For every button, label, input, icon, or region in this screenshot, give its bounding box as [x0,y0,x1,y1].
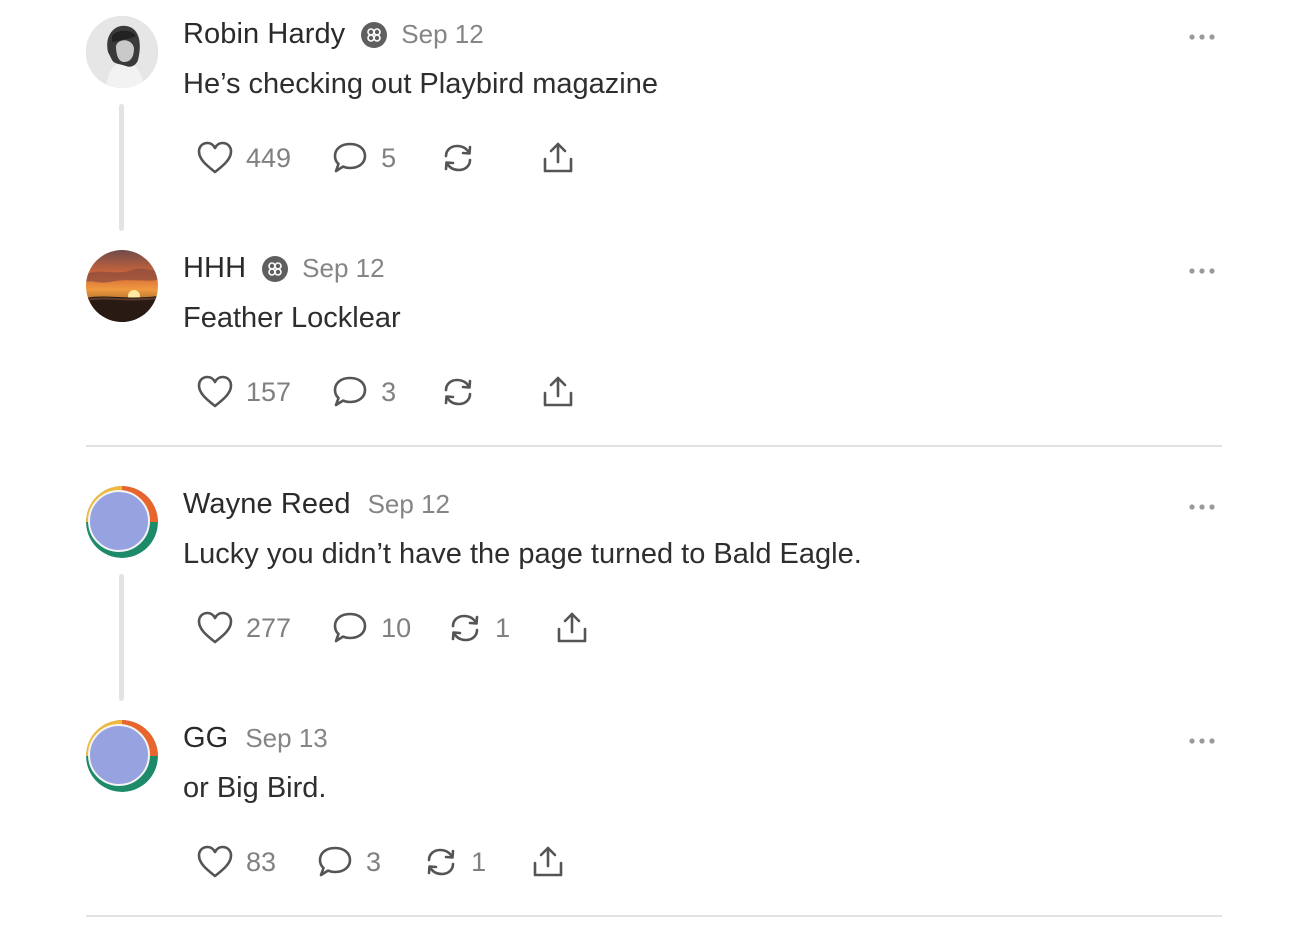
thread-divider [86,445,1222,447]
post-text: Lucky you didn’t have the page turned to… [183,538,862,570]
reply-count: 3 [381,376,397,407]
ellipsis-icon[interactable] [1188,266,1216,276]
like-count: 449 [246,142,292,173]
like-button[interactable]: 449 [196,140,291,176]
thread-connector [119,574,124,701]
repost-arrows-icon [444,144,472,172]
post-text: or Big Bird. [183,772,327,804]
repost-arrows-icon [444,378,472,406]
share-button[interactable] [540,374,576,410]
post: HHH Sep 12 Feather Locklear 157 3 [0,234,1308,468]
ellipsis-icon[interactable] [1188,502,1216,512]
reply-button[interactable]: 10 [331,610,411,646]
share-upload-icon [543,142,573,173]
flower-badge-icon [361,21,388,48]
repost-count: 1 [495,612,511,643]
like-button[interactable]: 157 [196,374,291,410]
post-header: HHH Sep 12 [183,252,385,285]
share-button[interactable] [554,610,590,646]
speech-bubble-icon [333,142,367,173]
post-date[interactable]: Sep 12 [368,489,450,520]
repost-button[interactable]: 1 [423,844,486,880]
reply-count: 3 [366,846,382,877]
heart-icon [197,375,233,408]
reply-button[interactable]: 3 [331,374,396,410]
like-count: 277 [246,612,292,643]
repost-count: 1 [471,846,487,877]
share-button[interactable] [530,844,566,880]
post-actions: 83 3 1 [196,842,566,882]
repost-arrows-icon [451,614,479,642]
reply-count: 5 [381,142,397,173]
share-upload-icon [557,612,587,643]
post-header: Wayne Reed Sep 12 [183,488,450,521]
speech-bubble-icon [333,612,367,643]
reply-button[interactable]: 5 [331,140,396,176]
thread-divider [86,915,1222,917]
post-date[interactable]: Sep 13 [245,723,327,754]
post-actions: 157 3 [196,372,576,412]
author-name[interactable]: Wayne Reed [183,488,351,521]
speech-bubble-icon [318,846,352,877]
author-name[interactable]: Robin Hardy [183,18,345,51]
avatar[interactable] [86,250,158,322]
like-button[interactable]: 83 [196,844,276,880]
avatar[interactable] [86,720,158,792]
repost-button[interactable] [440,374,488,410]
post-date[interactable]: Sep 12 [302,253,384,284]
post: Wayne Reed Sep 12 Lucky you didn’t have … [0,470,1308,704]
post: Robin Hardy Sep 12 He’s checking out Pla… [0,0,1308,234]
speech-bubble-icon [333,376,367,407]
share-upload-icon [543,376,573,407]
heart-icon [197,141,233,174]
post-actions: 277 10 1 [196,608,590,648]
author-name[interactable]: GG [183,722,228,755]
repost-button[interactable]: 1 [447,610,510,646]
heart-icon [197,611,233,644]
post-actions: 449 5 [196,138,576,178]
heart-icon [197,845,233,878]
post-text: He’s checking out Playbird magazine [183,68,659,100]
share-button[interactable] [540,140,576,176]
ellipsis-icon[interactable] [1188,736,1216,746]
reply-count: 10 [381,612,412,643]
post-header: GG Sep 13 [183,722,328,755]
like-button[interactable]: 277 [196,610,291,646]
thread-connector [119,104,124,231]
avatar[interactable] [86,16,158,88]
post-date[interactable]: Sep 12 [401,19,483,50]
repost-button[interactable] [440,140,488,176]
post-header: Robin Hardy Sep 12 [183,18,484,51]
share-upload-icon [533,846,563,877]
author-name[interactable]: HHH [183,252,246,285]
ellipsis-icon[interactable] [1188,32,1216,42]
flower-badge-icon [262,255,289,282]
avatar[interactable] [86,486,158,558]
like-count: 83 [246,846,277,877]
post: GG Sep 13 or Big Bird. 83 3 1 [0,704,1308,938]
repost-arrows-icon [427,848,455,876]
post-text: Feather Locklear [183,302,401,334]
reply-button[interactable]: 3 [316,844,381,880]
like-count: 157 [246,376,292,407]
